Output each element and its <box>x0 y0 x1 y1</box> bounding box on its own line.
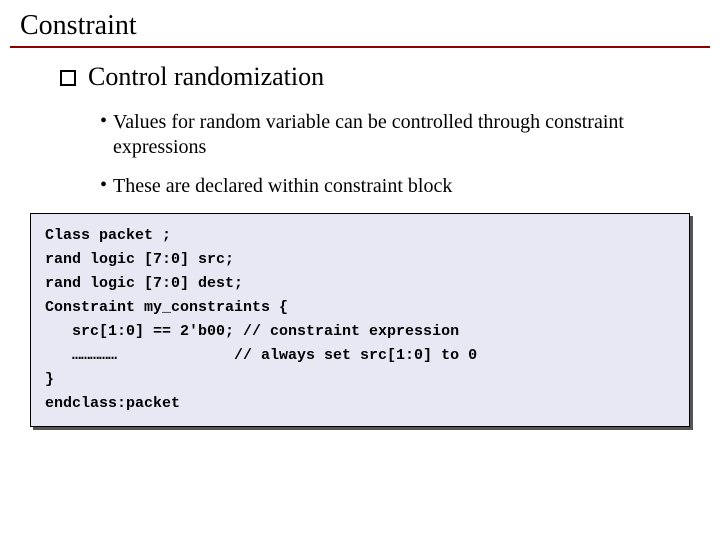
bullet-icon: • <box>100 110 107 133</box>
slide-content: Control randomization • Values for rando… <box>0 54 720 199</box>
code-line: rand logic [7:0] dest; <box>45 272 675 296</box>
bullet-item: • Values for random variable can be cont… <box>100 110 680 160</box>
code-block: Class packet ; rand logic [7:0] src; ran… <box>30 213 690 427</box>
code-line: endclass:packet <box>45 392 675 416</box>
bullet-text-1: Values for random variable can be contro… <box>113 110 680 160</box>
code-line: …………… // always set src[1:0] to 0 <box>45 344 675 368</box>
code-line: Constraint my_constraints { <box>45 296 675 320</box>
code-line: rand logic [7:0] src; <box>45 248 675 272</box>
code-line: } <box>45 368 675 392</box>
heading-text: Control randomization <box>88 62 324 92</box>
bullet-item: • These are declared within constraint b… <box>100 174 680 199</box>
heading-row: Control randomization <box>60 62 680 92</box>
slide-title: Constraint <box>10 0 710 48</box>
code-line: Class packet ; <box>45 224 675 248</box>
code-line: src[1:0] == 2'b00; // constraint express… <box>45 320 675 344</box>
checkbox-bullet-icon <box>60 70 76 86</box>
bullet-icon: • <box>100 174 107 197</box>
bullet-text-2: These are declared within constraint blo… <box>113 174 452 199</box>
